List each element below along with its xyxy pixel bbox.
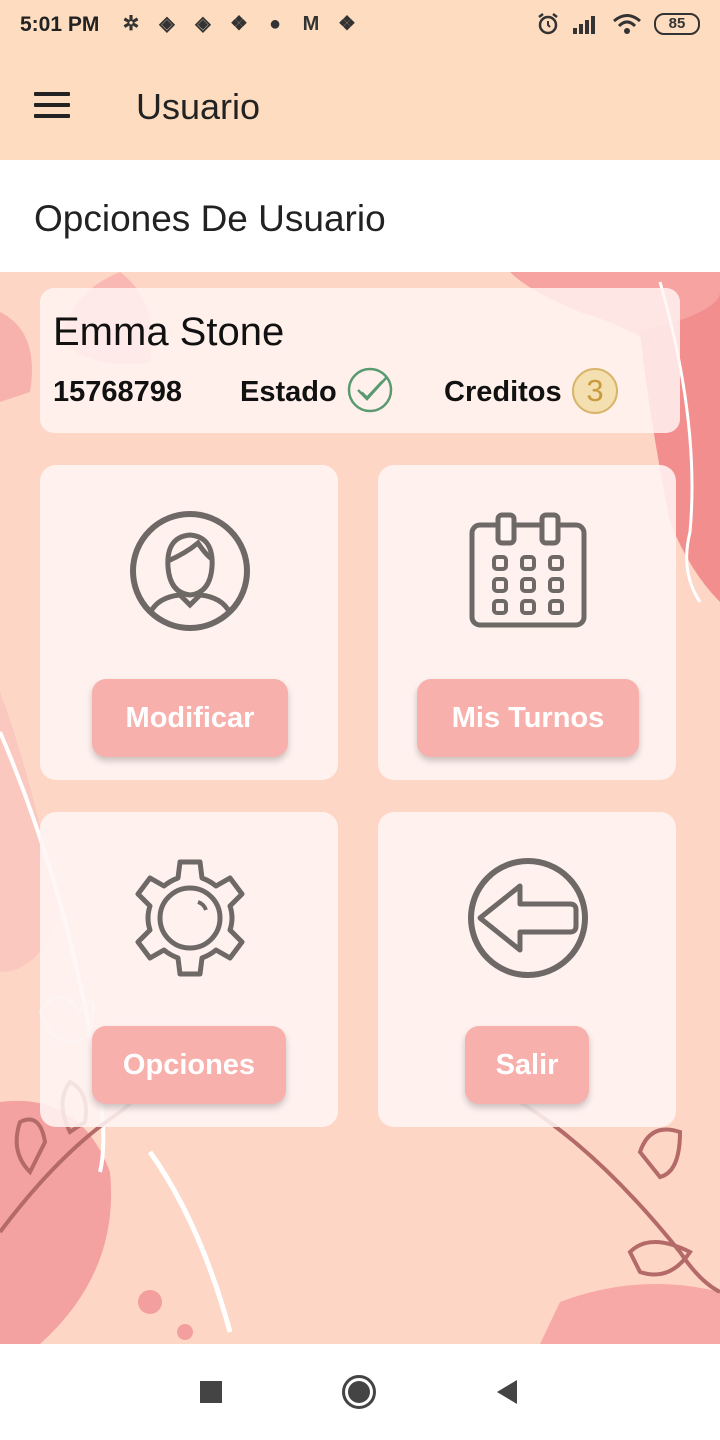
gmail-icon: M bbox=[302, 13, 320, 35]
user-info-card: Emma Stone 15768798 Estado Creditos 3 bbox=[40, 288, 680, 433]
turnos-tile: Mis Turnos bbox=[378, 465, 676, 780]
alarm-icon bbox=[538, 13, 558, 35]
content-area: Emma Stone 15768798 Estado Creditos 3 Mo… bbox=[0, 272, 720, 1344]
creditos-label: Creditos bbox=[444, 376, 562, 408]
navigation-bar bbox=[0, 1344, 720, 1440]
credits-badge: 3 bbox=[572, 368, 618, 414]
app-bar: Usuario bbox=[0, 52, 720, 160]
modificar-button[interactable]: Modificar bbox=[92, 679, 288, 757]
section-header: Opciones De Usuario bbox=[0, 160, 720, 272]
check-circle-icon bbox=[347, 367, 393, 413]
recents-icon[interactable] bbox=[199, 1380, 223, 1404]
section-title: Opciones De Usuario bbox=[34, 198, 386, 239]
dropbox-icon: ❖ bbox=[230, 13, 248, 35]
opciones-button[interactable]: Opciones bbox=[92, 1026, 286, 1104]
salir-tile: Salir bbox=[378, 812, 676, 1127]
battery-icon: 85 bbox=[654, 13, 700, 35]
back-arrow-icon bbox=[468, 858, 588, 978]
estado-label: Estado bbox=[240, 376, 337, 408]
status-bar: 5:01 PM ✲ ◈ ◈ ❖ ● M ❖ 85 bbox=[0, 0, 720, 52]
modificar-tile: Modificar bbox=[40, 465, 338, 780]
calendar-icon bbox=[469, 512, 587, 628]
notification-icons: ✲ ◈ ◈ ❖ ● M ❖ bbox=[118, 11, 360, 37]
user-name: Emma Stone bbox=[53, 310, 285, 354]
back-icon[interactable] bbox=[494, 1379, 520, 1405]
menu-icon[interactable] bbox=[34, 92, 70, 118]
gear-icon bbox=[135, 859, 245, 977]
wifi-icon bbox=[613, 14, 641, 34]
status-time: 5:01 PM bbox=[20, 13, 100, 36]
slack-icon: ✲ bbox=[122, 13, 140, 35]
app-icon: ● bbox=[268, 13, 282, 35]
app-icon: ◈ bbox=[195, 13, 211, 35]
mis-turnos-button[interactable]: Mis Turnos bbox=[417, 679, 639, 757]
signal-icon bbox=[573, 16, 595, 34]
page-title: Usuario bbox=[136, 86, 261, 127]
opciones-tile: Opciones bbox=[40, 812, 338, 1127]
home-icon[interactable] bbox=[341, 1374, 377, 1410]
salir-button[interactable]: Salir bbox=[465, 1026, 589, 1104]
user-profile-icon bbox=[130, 511, 250, 631]
app-icon: ◈ bbox=[159, 13, 175, 35]
system-icons: 85 bbox=[536, 12, 700, 36]
user-id: 15768798 bbox=[53, 376, 183, 408]
dropbox-icon: ❖ bbox=[338, 13, 356, 35]
